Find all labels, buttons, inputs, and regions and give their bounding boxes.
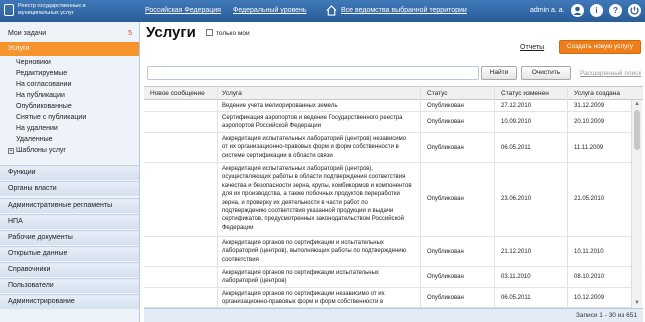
cell-created: 31.12.2009 <box>574 103 605 109</box>
sidebar-item-services[interactable]: Услуги <box>0 42 139 56</box>
col-status[interactable]: Статус <box>427 90 448 97</box>
table-header: Новое сообщение Услуга Статус Статус изм… <box>144 86 643 100</box>
cell-service[interactable]: Аккредитация испытательных лабораторий (… <box>222 165 412 232</box>
sidebar-item-editable[interactable]: Редактируемые <box>16 70 67 77</box>
advanced-search-link[interactable]: Расширенный поиск <box>580 70 641 77</box>
cell-service[interactable]: Ведение учета мелиорированных земель <box>222 102 412 110</box>
sidebar-group-open-data[interactable]: Открытые данные <box>0 246 139 261</box>
sidebar-item-on-publication[interactable]: На публикации <box>16 92 65 99</box>
nav-federal-level[interactable]: Федеральный уровень <box>233 7 307 14</box>
scroll-thumb[interactable] <box>634 110 640 150</box>
sidebar-item-deleted[interactable]: Удаленные <box>16 136 53 143</box>
nav-all-agencies[interactable]: Все ведомства выбранной территории <box>341 7 467 14</box>
table-row[interactable]: Сертификация аэропортов и ведение Госуда… <box>144 112 643 133</box>
sidebar-item-unpublished[interactable]: Снятые с публикации <box>16 114 86 121</box>
sidebar-group-npa[interactable]: НПА <box>0 214 139 229</box>
col-service[interactable]: Услуга <box>222 90 242 97</box>
cell-status-changed: 03.11.2010 <box>501 274 531 280</box>
create-service-button[interactable]: Создать новую услугу <box>559 40 641 54</box>
cell-status: Опубликован <box>427 274 464 280</box>
cell-status-changed: 21.12.2010 <box>501 249 532 255</box>
sidebar-item-on-deletion[interactable]: На удалении <box>16 125 58 132</box>
my-tasks-label: Мои задачи <box>8 30 47 37</box>
find-button[interactable]: Найти <box>481 66 517 80</box>
table-row[interactable]: Аккредитация органов по сертификации исп… <box>144 267 643 288</box>
records-count: Записи 1 - 30 из 651 <box>575 312 637 319</box>
cell-status-changed: 06.05.2011 <box>501 145 531 151</box>
cell-status: Опубликован <box>427 196 464 202</box>
logo-title-line2: муниципальных услуг <box>18 10 74 16</box>
cell-service[interactable]: Аккредитация органов по сертификации и и… <box>222 239 412 264</box>
sidebar-item-on-approval[interactable]: На согласовании <box>16 81 71 88</box>
sidebar-group-users[interactable]: Пользователи <box>0 278 139 293</box>
table-row[interactable]: Аккредитация испытательных лабораторий (… <box>144 163 643 237</box>
col-service-created[interactable]: Услуга создана <box>574 90 620 97</box>
search-input[interactable] <box>147 66 479 80</box>
sidebar-item-published[interactable]: Опубликованные <box>16 103 72 110</box>
top-bar: Реестр государственных и муниципальных у… <box>0 0 645 22</box>
table-footer: Записи 1 - 30 из 651 <box>144 308 643 322</box>
only-mine-checkbox[interactable]: только мои <box>206 29 250 37</box>
sidebar-group-administration[interactable]: Администрирование <box>0 294 139 309</box>
clear-button[interactable]: Очистить <box>521 66 571 80</box>
sidebar-group-reference[interactable]: Справочники <box>0 262 139 277</box>
cell-status: Опубликован <box>427 103 464 109</box>
table-row[interactable]: Аккредитация органов по сертификации и и… <box>144 237 643 267</box>
cell-created: 11.11.2009 <box>574 145 604 151</box>
sidebar: Мои задачи 5 Услуги Черновики Редактируе… <box>0 22 140 322</box>
cell-status-changed: 27.12.2010 <box>501 103 532 109</box>
cell-created: 21.05.2010 <box>574 196 605 202</box>
home-icon[interactable] <box>326 5 337 16</box>
checkbox-box[interactable] <box>206 29 213 36</box>
cell-status: Опубликован <box>427 295 464 301</box>
table-scrollbar[interactable]: ▲ ▼ <box>631 100 642 308</box>
cell-created: 20.10.2009 <box>574 119 605 125</box>
cell-status-changed: 10.09.2010 <box>501 119 532 125</box>
user-icon[interactable] <box>571 4 584 17</box>
sidebar-group-work-docs[interactable]: Рабочие документы <box>0 230 139 245</box>
nav-russian-federation[interactable]: Российская Федерация <box>145 7 221 14</box>
cell-status-changed: 06.05.2011 <box>501 295 531 301</box>
table-row[interactable]: Аккредитация органов по сертификации нез… <box>144 288 643 308</box>
logo-title-line1: Реестр государственных и <box>18 3 86 9</box>
info-icon[interactable]: i <box>590 4 603 17</box>
cell-service[interactable]: Аккредитация испытательных лабораторий (… <box>222 135 412 160</box>
sidebar-item-my-tasks[interactable]: Мои задачи 5 <box>0 28 140 40</box>
exit-icon[interactable] <box>628 4 641 17</box>
page-title: Услуги <box>146 24 196 41</box>
cell-status: Опубликован <box>427 119 464 125</box>
sidebar-group-functions[interactable]: Функции <box>0 165 139 180</box>
table-row[interactable]: Ведение учета мелиорированных земель Опу… <box>144 100 643 112</box>
col-new-message[interactable]: Новое сообщение <box>150 90 205 97</box>
table-row[interactable]: Аккредитация испытательных лабораторий (… <box>144 133 643 163</box>
logo-icon <box>4 4 14 16</box>
cell-service[interactable]: Сертификация аэропортов и ведение Госуда… <box>222 114 412 131</box>
col-status-changed[interactable]: Статус изменен <box>501 90 549 97</box>
scroll-up-icon[interactable]: ▲ <box>632 100 642 109</box>
user-name[interactable]: admin a. a. <box>530 7 565 14</box>
sidebar-item-drafts[interactable]: Черновики <box>16 59 51 66</box>
reports-link[interactable]: Отчеты <box>520 44 544 51</box>
my-tasks-count: 5 <box>128 30 132 37</box>
cell-status: Опубликован <box>427 249 464 255</box>
app-logo[interactable]: Реестр государственных и муниципальных у… <box>4 3 134 19</box>
cell-status: Опубликован <box>427 145 464 151</box>
cell-status-changed: 23.06.2010 <box>501 196 532 202</box>
cell-created: 10.11.2010 <box>574 249 604 255</box>
sidebar-item-service-templates[interactable]: + Шаблоны услуг <box>8 147 66 154</box>
sidebar-group-regulations[interactable]: Административные регламенты <box>0 198 139 213</box>
cell-created: 10.12.2009 <box>574 295 605 301</box>
scroll-down-icon[interactable]: ▼ <box>632 299 642 308</box>
cell-service[interactable]: Аккредитация органов по сертификации нез… <box>222 290 412 307</box>
expand-plus-icon[interactable]: + <box>8 148 14 154</box>
cell-created: 08.10.2010 <box>574 274 605 280</box>
help-icon[interactable]: ? <box>609 4 622 17</box>
cell-service[interactable]: Аккредитация органов по сертификации исп… <box>222 269 412 286</box>
sidebar-group-authorities[interactable]: Органы власти <box>0 181 139 196</box>
